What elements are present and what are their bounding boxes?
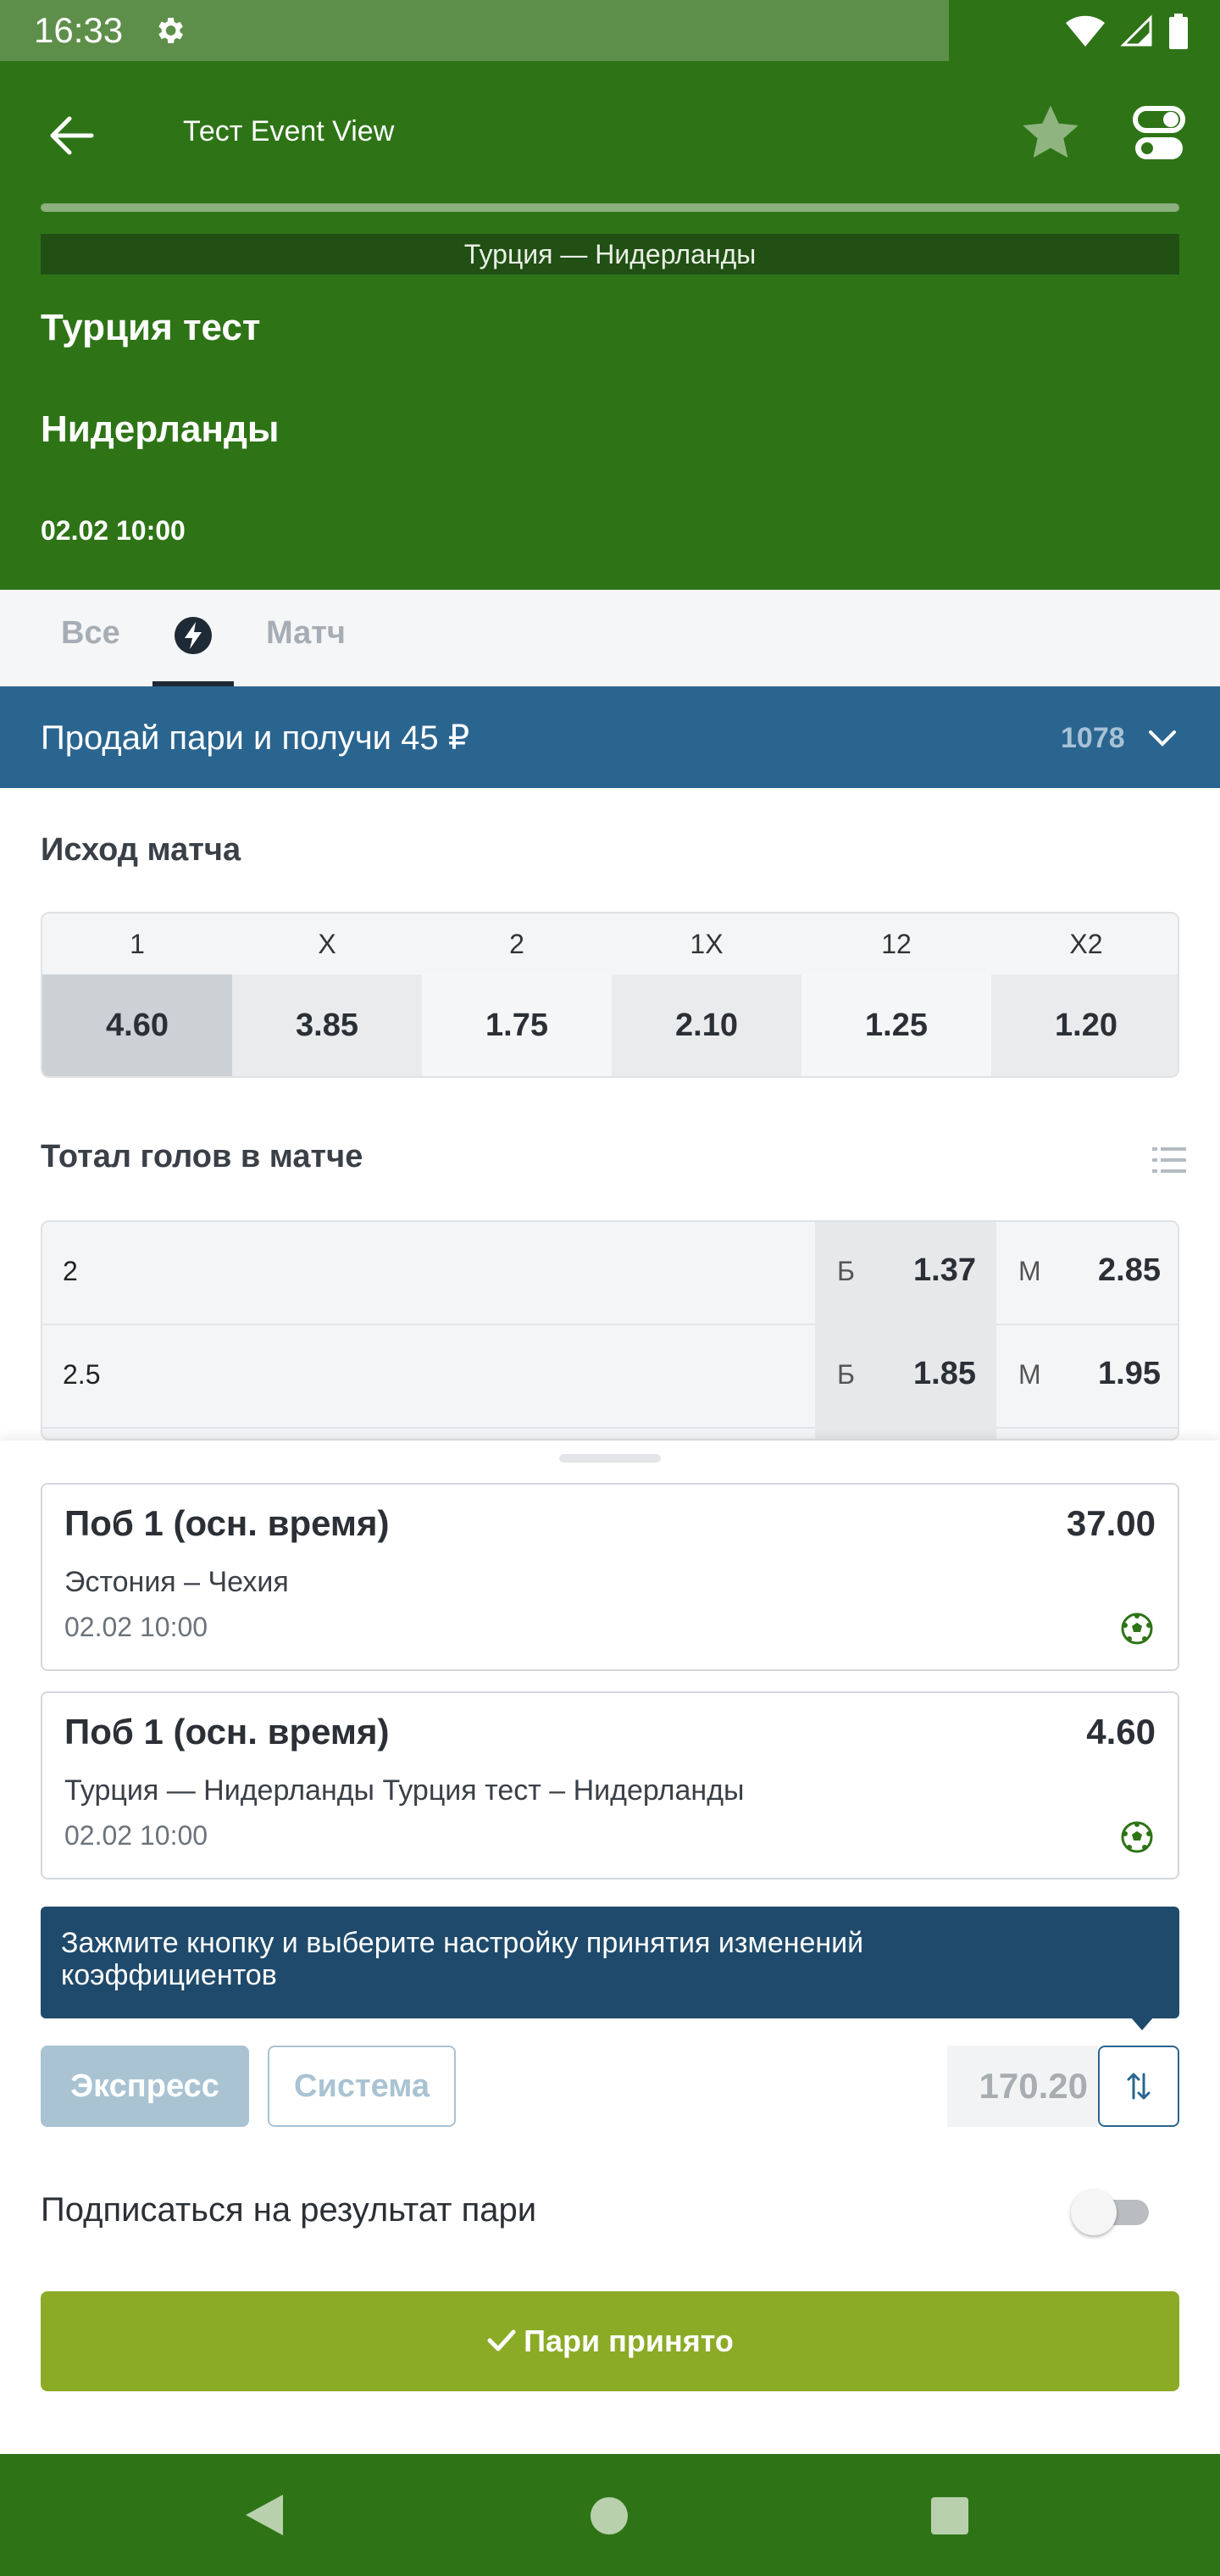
over-odds: 1.37 <box>913 1252 976 1288</box>
swap-arrows-icon <box>1127 2073 1151 2100</box>
subscribe-label: Подписаться на результат пари <box>41 2191 537 2229</box>
bet-title: Поб 1 (осн. время) <box>64 1712 390 1752</box>
under-odds-cell[interactable]: М 2.85 <box>996 1222 1178 1325</box>
outcome-header: 12 <box>881 929 912 959</box>
bet-title: Поб 1 (осн. время) <box>64 1503 390 1543</box>
status-icons <box>1064 14 1190 49</box>
stake-input[interactable]: 170.20 <box>947 2046 1098 2127</box>
outcome-table: 1 4.60 X 3.85 2 1.75 1X 2.10 12 1.25 X2 … <box>41 912 1179 1078</box>
back-arrow-icon[interactable] <box>41 105 102 166</box>
next-row-stub <box>815 1429 996 1439</box>
bet-accepted-button[interactable]: Пари принято <box>41 2291 1179 2391</box>
under-odds: 1.95 <box>1098 1356 1161 1391</box>
bet-match: Турция — Нидерланды Турция тест – Нидерл… <box>64 1774 745 1807</box>
promo-banner[interactable]: Продай пари и получи 45 ₽ 1078 <box>0 686 1220 788</box>
outcome-odds[interactable]: 2.10 <box>612 974 801 1076</box>
outcome-cell[interactable]: 1 4.60 <box>42 913 232 1076</box>
table-row: 2.5 Б 1.85 М 1.95 <box>42 1325 1178 1429</box>
status-strip <box>0 0 949 61</box>
chevron-down-icon[interactable] <box>1145 725 1179 751</box>
outcome-header: 1X <box>690 929 724 959</box>
outcome-header: X2 <box>1069 929 1103 959</box>
list-view-icon[interactable] <box>1152 1146 1186 1174</box>
status-time: 16:33 <box>34 10 124 50</box>
tooltip-text: Зажмите кнопку и выберите настройку прин… <box>61 1927 864 1991</box>
outcome-odds[interactable]: 3.85 <box>232 974 422 1076</box>
outcome-header: 1 <box>130 929 145 959</box>
status-bar: 16:33 <box>0 0 1220 61</box>
tooltip-tail <box>1130 2017 1154 2030</box>
wifi-icon <box>1066 15 1105 47</box>
table-row: 2 Б 1.37 М 2.85 <box>42 1222 1178 1325</box>
bet-date: 02.02 10:00 <box>64 1820 208 1851</box>
under-odds: 2.85 <box>1098 1252 1161 1288</box>
over-label: Б <box>837 1256 855 1286</box>
nav-back-icon[interactable] <box>242 2491 286 2539</box>
odds-change-tooltip: Зажмите кнопку и выберите настройку прин… <box>41 1907 1179 2018</box>
promo-text: Продай пари и получи 45 ₽ <box>41 719 470 757</box>
sheet-drag-handle[interactable] <box>559 1454 661 1463</box>
outcome-odds[interactable]: 1.75 <box>422 974 612 1076</box>
system-nav-bar <box>0 2454 1220 2576</box>
total-line: 2 <box>63 1256 78 1286</box>
under-label: М <box>1018 1256 1041 1286</box>
over-odds-cell[interactable]: Б 1.37 <box>815 1222 996 1325</box>
nav-recent-apps-icon[interactable] <box>930 2496 969 2535</box>
over-odds-cell[interactable]: Б 1.85 <box>815 1325 996 1429</box>
outcome-cell[interactable]: 1X 2.10 <box>612 913 801 1076</box>
over-odds: 1.85 <box>913 1356 976 1391</box>
totals-section-title: Тотал голов в матче <box>41 1139 363 1174</box>
outcome-section-title: Исход матча <box>41 832 241 868</box>
tab-match[interactable]: Матч <box>266 615 346 652</box>
odds-change-settings-button[interactable] <box>1098 2046 1179 2127</box>
outcome-cell[interactable]: X2 1.20 <box>991 913 1178 1076</box>
outcome-header: 2 <box>509 929 524 959</box>
bet-card[interactable]: Поб 1 (осн. время) 4.60 Турция — Нидерла… <box>41 1691 1179 1879</box>
bet-card[interactable]: Поб 1 (осн. время) 37.00 Эстония – Чехия… <box>41 1483 1179 1671</box>
system-button[interactable]: Система <box>268 2046 456 2127</box>
signal-icon <box>1120 14 1152 47</box>
outcome-cell[interactable]: X 3.85 <box>232 913 422 1076</box>
live-bolt-icon <box>175 617 212 654</box>
over-label: Б <box>837 1359 855 1390</box>
total-line: 2.5 <box>63 1359 101 1390</box>
under-label: М <box>1018 1359 1041 1390</box>
favorite-star-icon[interactable] <box>1017 100 1084 168</box>
tab-live[interactable] <box>152 590 234 686</box>
match-name-strip: Турция — Нидерланды <box>41 234 1179 275</box>
team1-name: Турция тест <box>41 307 261 348</box>
outcome-odds[interactable]: 1.25 <box>801 974 991 1076</box>
bet-match: Эстония – Чехия <box>64 1566 289 1598</box>
market-tabs: Все Матч <box>0 590 1220 686</box>
page-title: Тест Event View <box>183 115 395 147</box>
nav-home-icon[interactable] <box>590 2496 629 2535</box>
totals-table: 2 Б 1.37 М 2.85 2.5 Б 1.85 М 1.95 <box>41 1220 1179 1441</box>
accept-label: Пари принято <box>524 2323 734 2358</box>
battery-icon <box>1169 14 1188 49</box>
bet-date: 02.02 10:00 <box>64 1612 208 1642</box>
bet-odds: 4.60 <box>1086 1712 1156 1752</box>
outcome-cell[interactable]: 2 1.75 <box>422 913 612 1076</box>
event-header: Тест Event View Турция — Нидерланды Турц… <box>0 61 1220 590</box>
outcome-header: X <box>318 929 336 959</box>
express-button[interactable]: Экспресс <box>41 2046 249 2127</box>
football-icon <box>1121 1613 1153 1645</box>
tab-all[interactable]: Все <box>61 615 120 652</box>
settings-gear-icon <box>158 18 183 43</box>
toggle-knob <box>1071 2190 1117 2235</box>
match-datetime: 02.02 10:00 <box>41 515 186 546</box>
outcome-odds[interactable]: 4.60 <box>42 974 232 1076</box>
settings-toggle-icon[interactable] <box>1132 105 1186 163</box>
under-odds-cell[interactable]: М 1.95 <box>996 1325 1178 1429</box>
subscribe-toggle[interactable] <box>1071 2190 1149 2235</box>
promo-count: 1078 <box>1061 722 1125 754</box>
outcome-cell[interactable]: 12 1.25 <box>801 913 991 1076</box>
team2-name: Нидерланды <box>41 408 280 450</box>
match-progress-bar <box>41 203 1179 212</box>
bet-odds: 37.00 <box>1066 1503 1156 1543</box>
outcome-odds[interactable]: 1.20 <box>991 974 1178 1076</box>
checkmark-icon <box>487 2329 516 2351</box>
football-icon <box>1121 1821 1153 1853</box>
